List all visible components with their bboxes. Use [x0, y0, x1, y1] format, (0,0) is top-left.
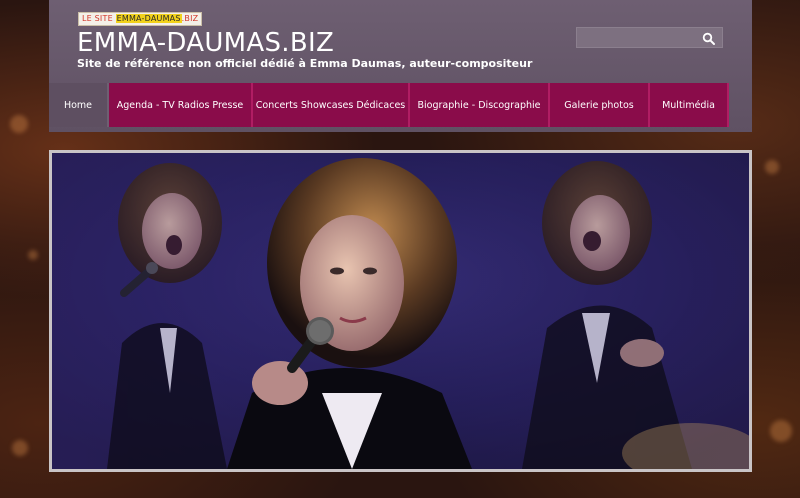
- search-icon[interactable]: [702, 31, 716, 45]
- hero-banner[interactable]: [49, 150, 752, 472]
- nav-item-label: Multimédia: [662, 99, 715, 111]
- nav-item-label: Home: [63, 99, 93, 111]
- nav-item-label: Concerts Showcases Dédicaces: [255, 99, 406, 111]
- nav-item-biographie[interactable]: Biographie - Discographie: [410, 83, 550, 127]
- background-bokeh: [28, 250, 38, 260]
- site-header: LE SITE EMMA-DAUMAS.BIZ EMMA-DAUMAS.BIZ …: [49, 0, 752, 132]
- background-bokeh: [770, 420, 792, 442]
- background-bokeh: [765, 160, 779, 174]
- nav-item-agenda[interactable]: Agenda - TV Radios Presse: [109, 83, 253, 127]
- nav-item-concerts[interactable]: Concerts Showcases Dédicaces: [253, 83, 410, 127]
- nav-item-home[interactable]: Home: [49, 83, 109, 127]
- background-bokeh: [10, 115, 28, 133]
- search-box: [576, 27, 723, 48]
- nav-item-label: Galerie photos: [564, 99, 634, 111]
- search-input[interactable]: [577, 28, 707, 47]
- site-tagline: Site de référence non officiel dédié à E…: [77, 57, 533, 70]
- logo-prefix: LE SITE: [82, 14, 113, 23]
- main-nav: Home Agenda - TV Radios Presse Concerts …: [49, 83, 729, 127]
- logo-highlight: EMMA-DAUMAS: [115, 14, 182, 23]
- hero-photo: [52, 153, 749, 469]
- site-logo[interactable]: LE SITE EMMA-DAUMAS.BIZ: [78, 12, 203, 26]
- logo-suffix: .BIZ: [181, 14, 199, 23]
- nav-item-label: Biographie - Discographie: [417, 99, 541, 111]
- nav-item-label: Agenda - TV Radios Presse: [116, 99, 244, 111]
- nav-item-multimedia[interactable]: Multimédia: [650, 83, 729, 127]
- nav-item-galerie[interactable]: Galerie photos: [550, 83, 650, 127]
- background-bokeh: [12, 440, 28, 456]
- site-title[interactable]: EMMA-DAUMAS.BIZ: [77, 27, 334, 59]
